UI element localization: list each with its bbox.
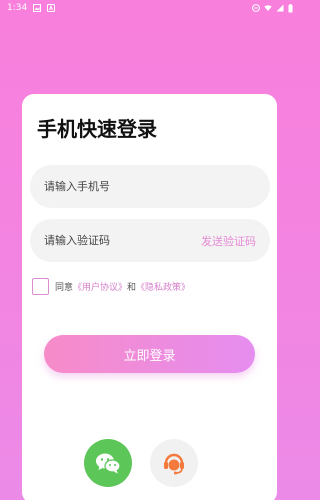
do-not-disturb-icon (252, 4, 260, 12)
agree-and: 和 (127, 283, 137, 293)
wifi-icon (264, 5, 272, 11)
agreement-row: 同意 《用户协议》 和 《隐私政策》 (32, 278, 190, 295)
page-title: 手机快速登录 (37, 117, 157, 141)
status-bar: 1:34 (0, 0, 300, 16)
status-right (252, 3, 293, 13)
agree-prefix: 同意 (55, 283, 74, 293)
login-card (22, 94, 277, 500)
verification-code-input[interactable] (44, 234, 201, 247)
privacy-policy-link[interactable]: 《隐私政策》 (136, 280, 190, 293)
status-time: 1:34 (7, 3, 28, 13)
wechat-icon (96, 453, 121, 474)
battery-icon (288, 3, 293, 12)
phone-field[interactable] (30, 165, 270, 208)
send-code-button[interactable]: 发送验证码 (201, 233, 256, 249)
signal-icon (276, 4, 284, 12)
agree-checkbox[interactable] (32, 278, 49, 295)
customer-service-button[interactable] (150, 439, 198, 487)
phone-input[interactable] (44, 180, 256, 193)
app-notification-icon (47, 4, 56, 12)
login-button[interactable]: 立即登录 (44, 335, 255, 373)
user-agreement-link[interactable]: 《用户协议》 (73, 280, 127, 293)
image-notification-icon (33, 4, 42, 12)
customer-service-icon (164, 453, 184, 475)
status-left: 1:34 (7, 3, 56, 13)
verification-code-field[interactable]: 发送验证码 (30, 219, 270, 262)
wechat-login-button[interactable] (84, 439, 132, 487)
